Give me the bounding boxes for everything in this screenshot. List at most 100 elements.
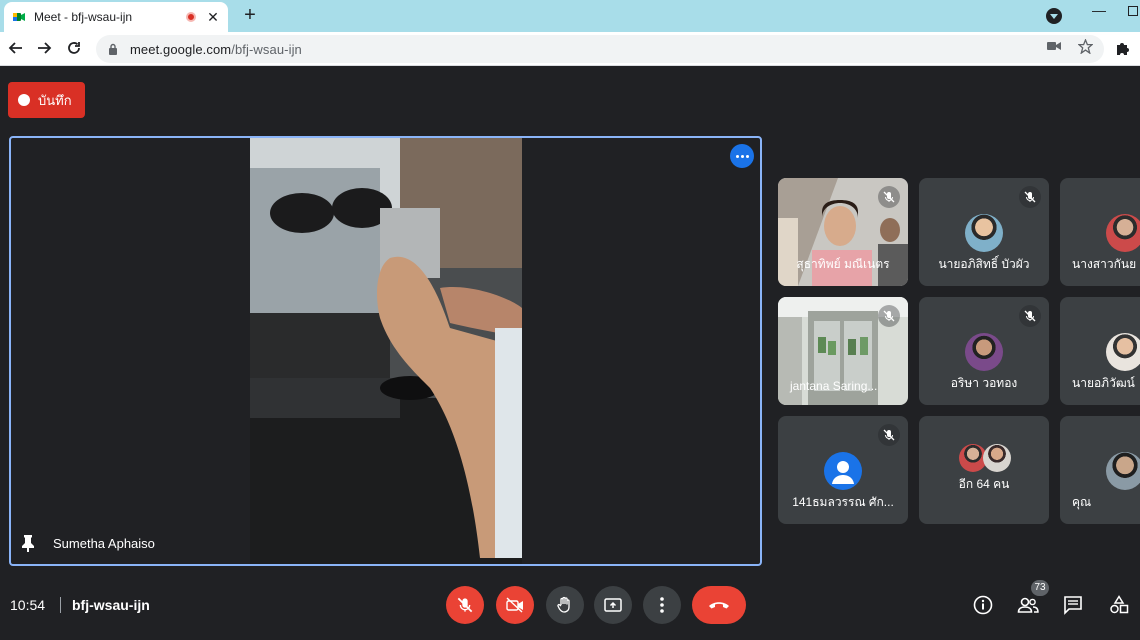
extensions-puzzle-icon[interactable] <box>1114 40 1132 58</box>
recording-indicator-icon <box>186 12 196 22</box>
speaker-name: Sumetha Aphaiso <box>53 536 155 551</box>
lock-icon <box>109 43 117 55</box>
tab-title: Meet - bfj-wsau-ijn <box>34 10 133 24</box>
back-button[interactable] <box>4 36 28 60</box>
more-options-button[interactable] <box>643 586 681 624</box>
mic-off-icon <box>883 429 895 441</box>
chat-icon <box>1064 596 1082 615</box>
people-button[interactable] <box>1017 594 1039 616</box>
mic-off-icon <box>883 191 895 203</box>
person-icon <box>832 461 854 484</box>
leave-call-button[interactable] <box>692 586 746 624</box>
participant-name: คุณ <box>1072 495 1092 509</box>
participant-name: 141ธมลวรรณ ศัก... <box>792 495 894 509</box>
video-camera-icon <box>1047 42 1061 50</box>
url-text: meet.google.com/bfj-wsau-ijn <box>130 42 302 57</box>
dot <box>740 154 744 158</box>
present-screen-button[interactable] <box>594 586 632 624</box>
tab-strip: Meet - bfj-wsau-ijn ✕ + — <box>0 0 1140 32</box>
star-icon <box>1077 38 1093 54</box>
mic-off-icon <box>457 597 473 613</box>
browser-tab[interactable]: Meet - bfj-wsau-ijn ✕ <box>4 2 228 32</box>
mic-muted-indicator <box>878 186 900 208</box>
participant-tile[interactable]: คุณ <box>1060 416 1140 524</box>
avatar <box>965 214 1003 252</box>
arrow-left-icon <box>8 42 22 54</box>
screen: Meet - bfj-wsau-ijn ✕ + — meet.google.co… <box>0 0 1140 640</box>
meeting-code: bfj-wsau-ijn <box>72 597 150 613</box>
activities-button[interactable] <box>1108 594 1130 616</box>
avatar <box>1106 452 1140 490</box>
avatar <box>824 452 862 490</box>
maximize-button[interactable] <box>1128 6 1138 16</box>
tile-options-button[interactable] <box>730 144 754 168</box>
mic-muted-indicator <box>878 305 900 327</box>
present-screen-icon <box>604 598 622 612</box>
people-icon <box>1017 597 1039 613</box>
record-label: บันทึก <box>38 92 72 108</box>
avatar <box>965 333 1003 371</box>
call-end-icon <box>709 602 729 609</box>
activities-icon <box>1110 595 1129 614</box>
minimize-button[interactable]: — <box>1092 2 1106 18</box>
tab-close-button[interactable]: ✕ <box>206 9 220 26</box>
camera-permission-icon[interactable] <box>1046 38 1062 54</box>
forward-button[interactable] <box>32 36 56 60</box>
mic-muted-indicator <box>1019 186 1041 208</box>
chat-button[interactable] <box>1062 594 1084 616</box>
more-vert-icon <box>660 597 664 613</box>
mic-muted-indicator <box>878 424 900 446</box>
raise-hand-button[interactable] <box>546 586 584 624</box>
participant-name: อริษา วอทอง <box>950 376 1018 390</box>
record-dot-icon <box>18 94 30 106</box>
avatar <box>983 444 1011 472</box>
toggle-camera-button[interactable] <box>496 586 534 624</box>
browser-toolbar: meet.google.com/bfj-wsau-ijn <box>0 32 1140 66</box>
divider <box>60 597 61 613</box>
participant-name: สุธาทิพย์ มณีเนตร <box>796 257 890 271</box>
url-path: /bfj-wsau-ijn <box>231 41 302 57</box>
participant-tile[interactable]: 141ธมลวรรณ ศัก... <box>778 416 908 524</box>
mic-muted-indicator <box>1019 305 1041 327</box>
reload-button[interactable] <box>62 36 86 60</box>
participant-tile[interactable]: อริษา วอทอง <box>919 297 1049 405</box>
more-participants-label: อีก 64 คน <box>958 477 1010 491</box>
speaker-video-feed <box>250 138 522 564</box>
dot <box>735 154 739 158</box>
meeting-details-button[interactable] <box>972 594 994 616</box>
participant-tile[interactable]: นายอภิสิทธิ์ บัวผัว <box>919 178 1049 286</box>
record-button[interactable]: บันทึก <box>8 82 85 118</box>
info-icon <box>973 595 993 615</box>
new-tab-button[interactable]: + <box>240 4 260 26</box>
participant-name: นางสาวกันย <box>1072 257 1137 271</box>
bookmark-star-button[interactable] <box>1077 38 1093 54</box>
toggle-mic-button[interactable] <box>446 586 484 624</box>
main-speaker-tile[interactable]: Sumetha Aphaiso <box>9 136 762 566</box>
hand-icon <box>557 596 570 613</box>
mic-off-icon <box>1024 310 1036 322</box>
avatar <box>1106 333 1140 371</box>
reload-icon <box>68 42 80 54</box>
meet-stage: บันทึก Sumetha Aphaiso สุธาทิพย์ มณีเนตร… <box>0 67 1140 640</box>
meeting-clock: 10:54 <box>10 597 46 613</box>
participant-tile[interactable]: นางสาวกันย <box>1060 178 1140 286</box>
meet-favicon-icon <box>13 13 25 21</box>
participant-count-badge: 73 <box>1031 580 1049 596</box>
participant-tile[interactable]: สุธาทิพย์ มณีเนตร <box>778 178 908 286</box>
avatar <box>1106 214 1140 252</box>
mic-off-icon <box>883 310 895 322</box>
camera-off-icon <box>506 597 523 613</box>
participant-tile[interactable]: นายอภิวัฒน์ <box>1060 297 1140 405</box>
arrow-right-icon <box>38 42 52 54</box>
pin-icon <box>22 535 34 552</box>
participant-name: นายอภิสิทธิ์ บัวผัว <box>938 257 1030 271</box>
dot <box>745 154 749 158</box>
mic-off-icon <box>1024 191 1036 203</box>
tab-search-icon[interactable] <box>1046 8 1062 24</box>
participant-tile[interactable]: jantana Saring... <box>778 297 908 405</box>
url-host: meet.google.com <box>130 41 232 57</box>
participant-name: jantana Saring... <box>790 379 878 393</box>
participant-name: นายอภิวัฒน์ <box>1072 376 1135 390</box>
more-participants-tile[interactable]: อีก 64 คน <box>919 416 1049 524</box>
address-bar[interactable]: meet.google.com/bfj-wsau-ijn <box>96 35 1104 63</box>
